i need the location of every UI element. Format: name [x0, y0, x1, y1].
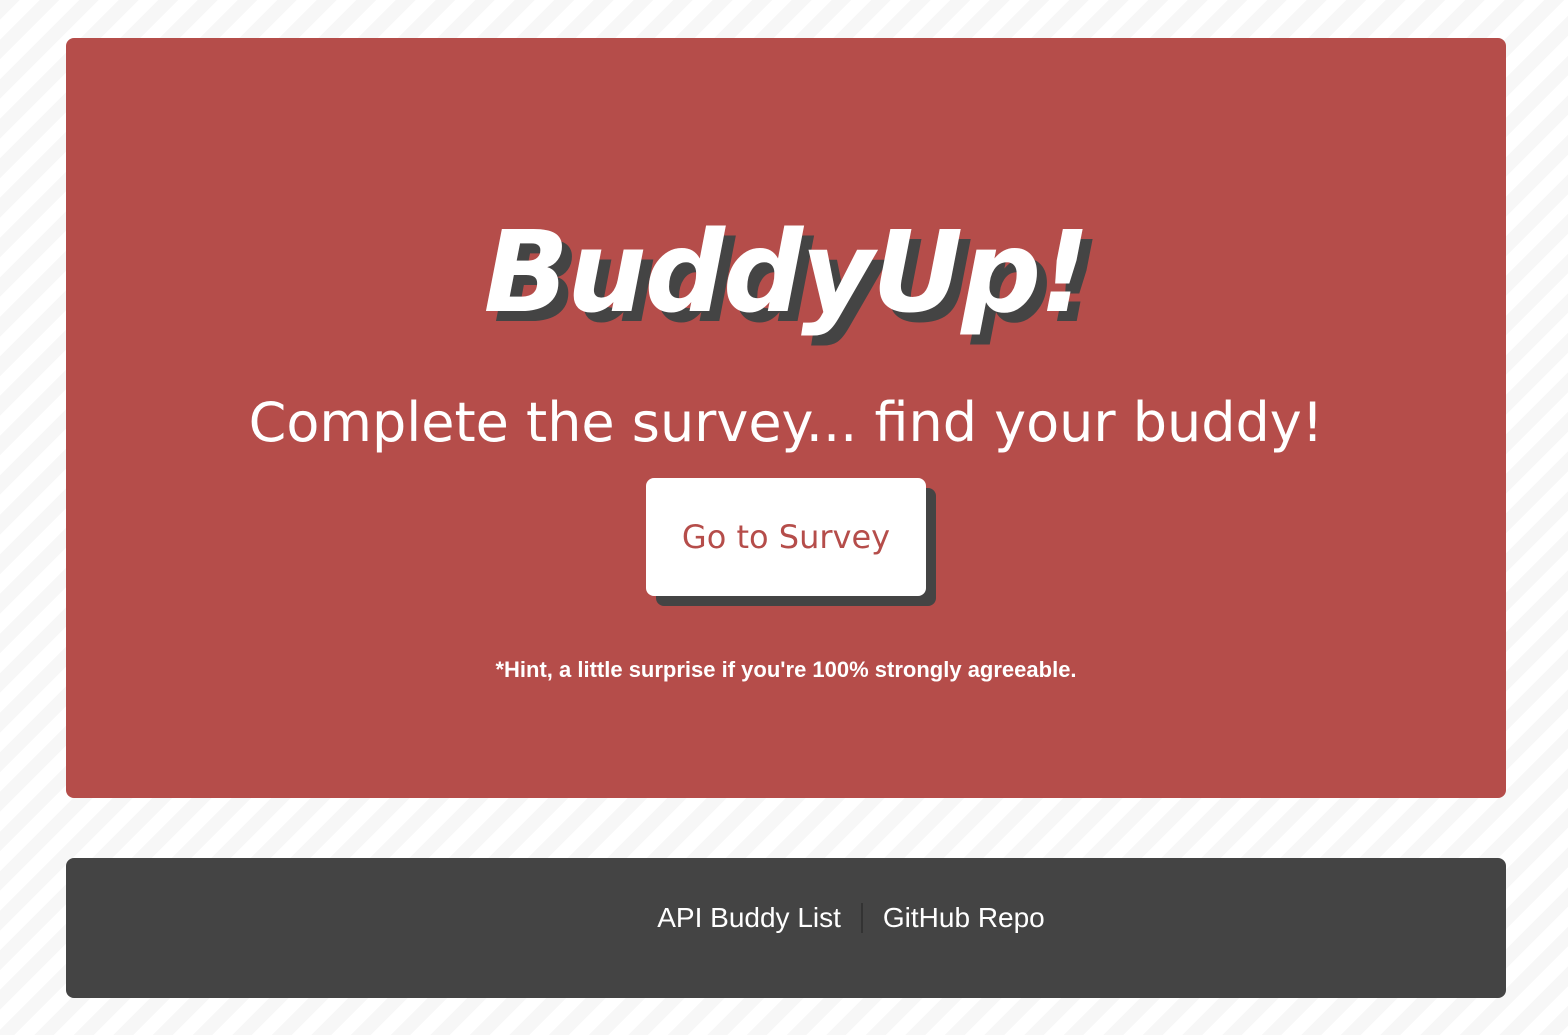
- hint-text: *Hint, a little surprise if you're 100% …: [495, 657, 1077, 682]
- github-repo-link[interactable]: GitHub Repo: [883, 898, 1045, 938]
- go-to-survey-button[interactable]: Go to Survey: [646, 478, 926, 596]
- hero-subtitle: Complete the survey... find your buddy!: [248, 391, 1324, 454]
- api-buddy-list-link[interactable]: API Buddy List: [657, 898, 841, 938]
- footer: API Buddy List GitHub Repo: [66, 858, 1506, 998]
- footer-divider: [860, 903, 863, 933]
- footer-nav: API Buddy List GitHub Repo: [66, 898, 1506, 938]
- hero-jumbotron: BuddyUp! Complete the survey... find you…: [66, 38, 1506, 798]
- page-title: BuddyUp!: [483, 208, 1091, 338]
